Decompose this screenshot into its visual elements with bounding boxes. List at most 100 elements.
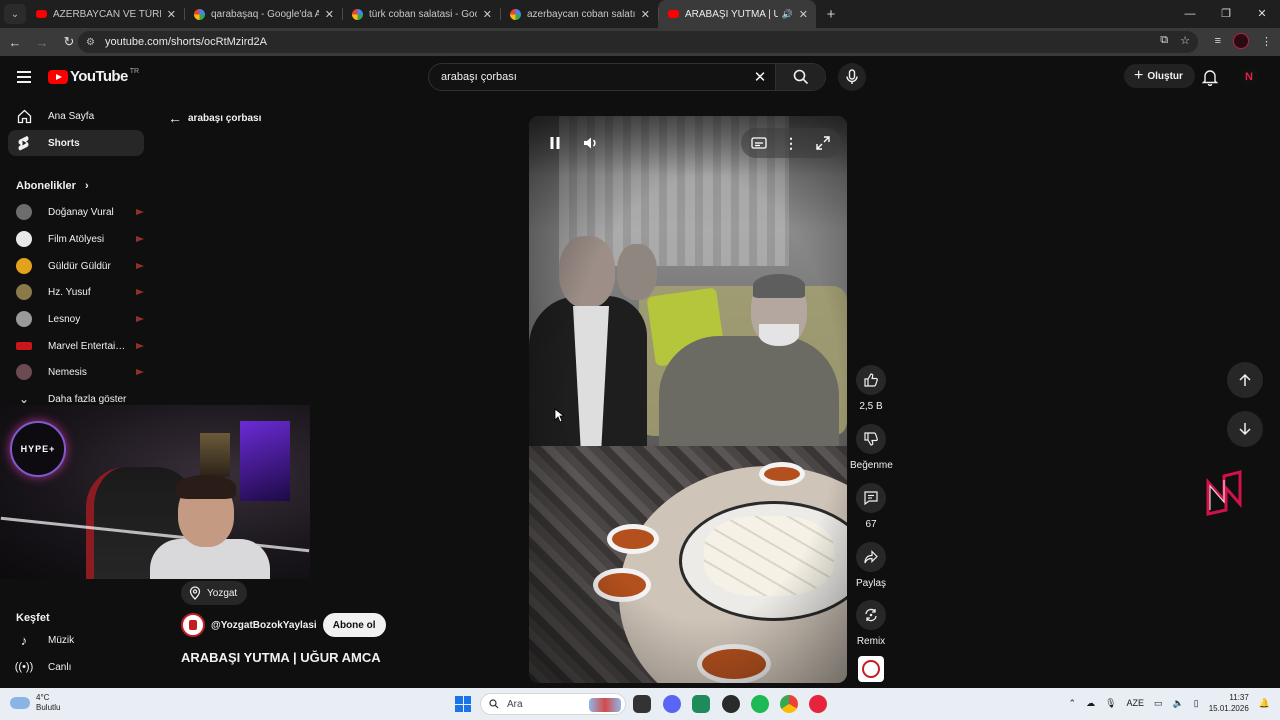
browser-tab[interactable]: qarabaşaq - Google'da Ara ✕ xyxy=(184,0,342,28)
subscription-item[interactable]: Güldür Güldür xyxy=(8,254,144,278)
youtube-logo[interactable]: YouTube TR xyxy=(48,68,139,85)
install-app-icon[interactable]: ⧉ xyxy=(1160,34,1168,47)
fullscreen-button[interactable] xyxy=(808,132,838,154)
create-label: Oluştur xyxy=(1147,70,1183,82)
dislike-action[interactable]: Beğenme xyxy=(850,424,893,471)
clock[interactable]: 11:37 15.01.2026 xyxy=(1209,692,1249,714)
battery-icon[interactable]: ▯ xyxy=(1194,698,1199,709)
subscription-item[interactable]: Doğanay Vural xyxy=(8,200,144,224)
close-tab-icon[interactable]: ✕ xyxy=(167,8,176,21)
remix-action[interactable]: Remix xyxy=(850,600,892,647)
start-menu-windows-icon[interactable] xyxy=(455,696,471,712)
notifications-icon[interactable]: 🔔 xyxy=(1259,698,1270,709)
like-action[interactable]: 2,5 B xyxy=(850,365,892,412)
search-placeholder: Ara xyxy=(507,698,523,710)
location-chip[interactable]: Yozgat xyxy=(181,581,248,605)
bookmark-star-icon[interactable]: ☆ xyxy=(1180,34,1190,47)
browser-tab[interactable]: türk coban salatasi - Google'da ✕ xyxy=(342,0,500,28)
speaker-icon[interactable]: 🔈 xyxy=(1173,698,1184,709)
sidebar-item-shorts[interactable]: Shorts xyxy=(8,130,144,156)
voice-search-button[interactable] xyxy=(838,63,866,91)
channel-avatar xyxy=(16,311,32,327)
site-info-icon[interactable]: ⚙ xyxy=(86,37,95,48)
search-button[interactable] xyxy=(775,64,825,90)
share-action[interactable]: Paylaş xyxy=(850,542,892,589)
chrome-icon[interactable] xyxy=(780,695,798,713)
task-view-icon[interactable] xyxy=(633,695,651,713)
minimize-icon[interactable]: — xyxy=(1172,0,1208,28)
discord-icon[interactable] xyxy=(663,695,681,713)
tab-search-button[interactable]: ⌄ xyxy=(4,4,26,24)
account-avatar[interactable]: N xyxy=(1240,68,1258,86)
comments-button[interactable] xyxy=(856,483,886,513)
shorts-video-player[interactable]: ⋮ xyxy=(529,116,847,683)
browser-menu-icon[interactable]: ⋮ xyxy=(1261,35,1272,48)
subscription-item[interactable]: Film Atölyesi xyxy=(8,227,144,251)
tray-overflow-icon[interactable]: ⌃ xyxy=(1069,698,1077,709)
next-short-button[interactable] xyxy=(1227,411,1263,447)
browser-tab[interactable]: AZERBAYCAN VE TÜRKİYE YEMEK ✕ xyxy=(26,0,184,28)
restore-icon[interactable]: ❐ xyxy=(1208,0,1244,28)
channel-name: Doğanay Vural xyxy=(48,206,114,218)
close-tab-icon[interactable]: ✕ xyxy=(799,8,808,21)
sidebar-item-label: Canlı xyxy=(48,661,72,673)
microphone-icon[interactable]: 🎙 xyxy=(1105,698,1116,709)
profile-avatar[interactable] xyxy=(1233,33,1249,49)
close-tab-icon[interactable]: ✕ xyxy=(325,8,334,21)
new-content-indicator-icon xyxy=(136,369,144,375)
hamburger-menu-icon[interactable] xyxy=(17,71,31,83)
channel-avatar[interactable] xyxy=(181,613,205,637)
subscription-item[interactable]: Nemesis xyxy=(8,360,144,384)
taskbar-search-box[interactable]: Ara xyxy=(480,693,626,715)
subscriptions-heading[interactable]: Abonelikler › xyxy=(16,180,89,192)
media-control-icon[interactable]: ≡ xyxy=(1215,35,1221,47)
new-tab-button[interactable]: + xyxy=(820,6,842,23)
subscription-item[interactable]: Hz. Yusuf xyxy=(8,280,144,304)
onedrive-off-icon[interactable]: ☁ xyxy=(1086,698,1095,709)
video-title[interactable]: ARABAŞI YUTMA | UĞUR AMCA xyxy=(181,650,381,665)
windows-taskbar: 4°C Bulutlu Ara ⌃ ☁ 🎙 AZE ▭ 🔈 ▯ 11:37 15… xyxy=(0,688,1280,720)
notifications-bell-icon[interactable] xyxy=(1201,68,1219,91)
subscription-item[interactable]: Marvel Entertainment xyxy=(8,334,144,358)
close-tab-icon[interactable]: ✕ xyxy=(641,8,650,21)
browser-tab[interactable]: azerbaycan coban salatı - Google ✕ xyxy=(500,0,658,28)
close-window-icon[interactable]: ✕ xyxy=(1244,0,1280,28)
dislike-button[interactable] xyxy=(856,424,886,454)
previous-short-button[interactable] xyxy=(1227,362,1263,398)
sidebar-item-music[interactable]: ♪ Müzik xyxy=(8,628,144,652)
url-text: youtube.com/shorts/ocRtMzird2A xyxy=(104,36,267,48)
close-tab-icon[interactable]: ✕ xyxy=(483,8,492,21)
search-input[interactable]: arabaşı çorbası xyxy=(429,71,745,83)
volume-button[interactable] xyxy=(576,132,606,154)
audio-playing-icon[interactable]: 🔊 xyxy=(782,9,793,20)
steam-icon[interactable] xyxy=(722,695,740,713)
language-indicator[interactable]: AZE xyxy=(1127,698,1145,708)
pause-button[interactable] xyxy=(540,132,570,154)
share-button[interactable] xyxy=(856,542,886,572)
create-button[interactable]: + Oluştur xyxy=(1124,64,1195,88)
channel-handle[interactable]: @YozgatBozokYaylasi xyxy=(211,620,317,631)
comments-action[interactable]: 67 xyxy=(850,483,892,530)
chat-app-icon[interactable] xyxy=(692,695,710,713)
back-to-search-button[interactable]: ← arabaşı çorbası xyxy=(168,110,261,126)
weather-widget[interactable]: 4°C Bulutlu xyxy=(10,693,60,713)
subscription-item[interactable]: Lesnoy xyxy=(8,307,144,331)
more-options-button[interactable]: ⋮ xyxy=(776,132,806,154)
remix-button[interactable] xyxy=(856,600,886,630)
browser-tab-active[interactable]: ARABAŞI YUTMA | UĞUR AMCA 🔊 ✕ xyxy=(658,0,816,28)
subscribe-button[interactable]: Abone ol xyxy=(322,613,386,637)
sidebar-item-home[interactable]: Ana Sayfa xyxy=(8,103,144,129)
red-app-icon[interactable] xyxy=(809,695,827,713)
sidebar-item-live[interactable]: ((•)) Canlı xyxy=(8,655,144,679)
url-bar[interactable]: ⚙ youtube.com/shorts/ocRtMzird2A ⧉ ☆ xyxy=(78,31,1198,53)
clear-search-icon[interactable]: ✕ xyxy=(745,68,775,86)
audio-source-thumbnail[interactable] xyxy=(858,656,884,682)
spotify-icon[interactable] xyxy=(751,695,769,713)
like-button[interactable] xyxy=(856,365,886,395)
volume-icon xyxy=(584,137,596,149)
country-code: TR xyxy=(129,68,140,75)
forward-icon[interactable]: → xyxy=(30,35,54,50)
captions-button[interactable] xyxy=(744,132,774,154)
back-icon[interactable]: ← xyxy=(3,35,27,50)
network-icon[interactable]: ▭ xyxy=(1154,698,1163,709)
